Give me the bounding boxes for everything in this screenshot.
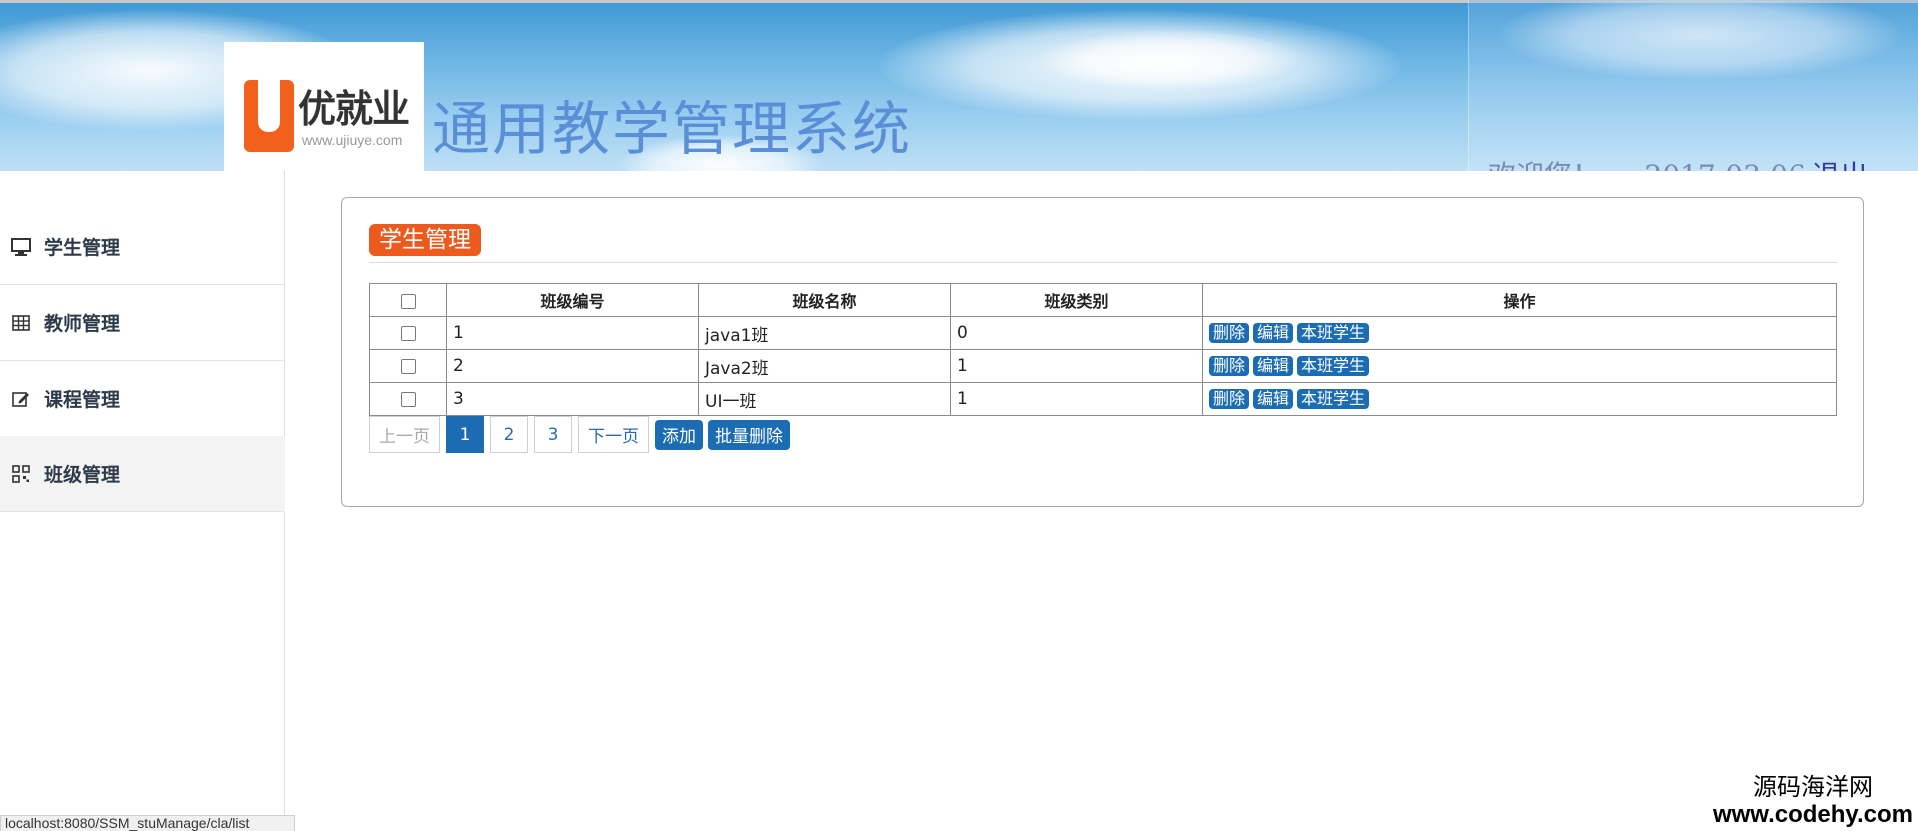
delete-button[interactable]: 删除 [1209, 323, 1250, 343]
class-name: Java2班 [698, 349, 951, 383]
row-checkbox[interactable] [400, 391, 416, 407]
sidebar-item-teachers[interactable]: 教师管理 [0, 285, 285, 361]
table-row: 1 java1班 0 删除 编辑 本班学生 [369, 316, 1837, 350]
watermark-line2: www.codehy.com [1712, 801, 1914, 828]
class-id: 1 [446, 316, 699, 350]
watermark-line1: 源码海洋网 [1753, 774, 1873, 801]
page-button-3[interactable]: 3 [534, 416, 572, 453]
panel-title: 学生管理 [369, 224, 481, 256]
watermark: 源码海洋网 www.codehy.com [1708, 774, 1918, 828]
add-button[interactable]: 添加 [655, 419, 703, 450]
qrcode-icon [10, 463, 32, 485]
edit-icon [10, 388, 32, 410]
sidebar-item-students[interactable]: 学生管理 [0, 209, 285, 285]
table-header-row: 班级编号 班级名称 班级类别 操作 [369, 283, 1837, 317]
class-name: UI一班 [698, 382, 951, 416]
browser-status-url: localhost:8080/SSM_stuManage/cla/list [0, 815, 295, 831]
row-checkbox[interactable] [400, 358, 416, 374]
header-banner: 优就业 www.ujiuye.com 通用教学管理系统 欢迎您！ 2017-03… [0, 0, 1918, 171]
class-id: 3 [446, 382, 699, 416]
class-students-button[interactable]: 本班学生 [1297, 356, 1370, 376]
class-type: 1 [950, 349, 1203, 383]
row-select-cell [369, 349, 447, 383]
class-name: java1班 [698, 316, 951, 350]
system-title: 通用教学管理系统 [432, 95, 913, 163]
sidebar-item-label: 学生管理 [44, 237, 121, 259]
table-row: 3 UI一班 1 删除 编辑 本班学生 [369, 382, 1837, 416]
delete-button[interactable]: 删除 [1209, 356, 1250, 376]
page-button-2[interactable]: 2 [490, 416, 528, 453]
next-page-button[interactable]: 下一页 [578, 416, 649, 453]
class-type: 1 [950, 382, 1203, 416]
welcome-text: 欢迎您！ 2017-03-06 [1488, 159, 1806, 171]
content-panel: 学生管理 班级编号 班级名称 班级类别 操作 1 java1班 0 删除 编辑 本班… [341, 197, 1864, 507]
class-id: 2 [446, 349, 699, 383]
select-all-cell [369, 283, 447, 317]
table-row: 2 Java2班 1 删除 编辑 本班学生 [369, 349, 1837, 383]
logout-link[interactable]: 退出 [1812, 159, 1868, 171]
row-actions: 删除 编辑 本班学生 [1202, 316, 1837, 350]
pagination: 上一页 1 2 3 下一页 添加 批量删除 [369, 416, 795, 453]
row-actions: 删除 编辑 本班学生 [1202, 382, 1837, 416]
class-table: 班级编号 班级名称 班级类别 操作 1 java1班 0 删除 编辑 本班学生 2 … [369, 283, 1837, 416]
column-header: 班级编号 [446, 283, 699, 317]
batch-delete-button[interactable]: 批量删除 [708, 419, 790, 450]
sidebar-item-label: 班级管理 [44, 464, 121, 486]
sidebar-item-label: 课程管理 [44, 389, 121, 411]
header-right-panel [1468, 0, 1918, 171]
welcome-area: 欢迎您！ 2017-03-06 退出 [1488, 154, 1868, 171]
sidebar: 学生管理 教师管理 课程管理 班级管理 [0, 171, 285, 831]
column-header: 班级名称 [698, 283, 951, 317]
class-type: 0 [950, 316, 1203, 350]
logo-text: 优就业 [298, 87, 410, 131]
logo-u-mark [244, 80, 294, 152]
sidebar-item-courses[interactable]: 课程管理 [0, 361, 285, 437]
row-select-cell [369, 316, 447, 350]
select-all-checkbox[interactable] [400, 293, 416, 309]
edit-button[interactable]: 编辑 [1253, 389, 1294, 409]
logo: 优就业 www.ujiuye.com [224, 42, 424, 171]
sidebar-item-label: 教师管理 [44, 313, 121, 335]
column-header: 操作 [1202, 283, 1837, 317]
class-students-button[interactable]: 本班学生 [1297, 323, 1370, 343]
edit-button[interactable]: 编辑 [1253, 323, 1294, 343]
logo-url: www.ujiuye.com [302, 132, 403, 148]
cloud-decoration [1040, 30, 1300, 90]
row-actions: 删除 编辑 本班学生 [1202, 349, 1837, 383]
class-students-button[interactable]: 本班学生 [1297, 389, 1370, 409]
sidebar-item-classes[interactable]: 班级管理 [0, 436, 285, 512]
edit-button[interactable]: 编辑 [1253, 356, 1294, 376]
row-checkbox[interactable] [400, 325, 416, 341]
delete-button[interactable]: 删除 [1209, 389, 1250, 409]
page-button-1[interactable]: 1 [446, 416, 484, 453]
prev-page-button[interactable]: 上一页 [369, 416, 440, 453]
monitor-icon [10, 236, 32, 258]
table-icon [10, 312, 32, 334]
column-header: 班级类别 [950, 283, 1203, 317]
row-select-cell [369, 382, 447, 416]
divider [369, 262, 1837, 263]
